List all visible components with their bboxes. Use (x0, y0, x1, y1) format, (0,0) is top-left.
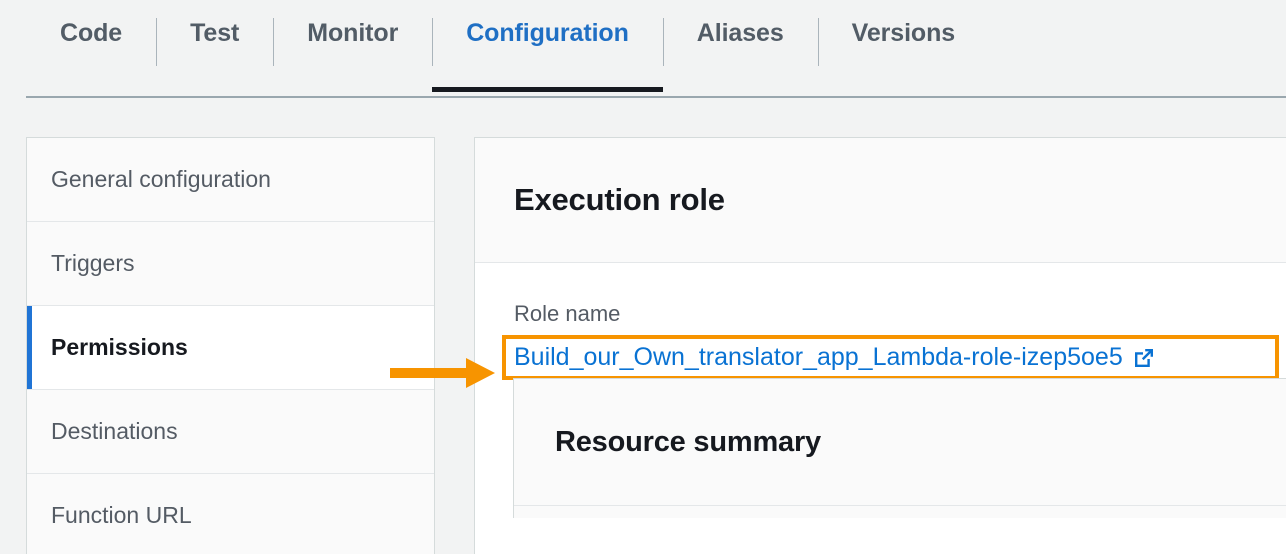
role-name-highlight-box: Build_our_Own_translator_app_Lambda-role… (502, 335, 1279, 380)
external-link-icon[interactable] (1133, 347, 1155, 369)
tab-bar: Code Test Monitor Configuration Aliases … (0, 0, 1286, 101)
sidebar-item-permissions[interactable]: Permissions (27, 306, 434, 390)
tab-aliases[interactable]: Aliases (662, 0, 818, 97)
sidebar-item-general-configuration[interactable]: General configuration (27, 138, 434, 222)
tab-label: Test (190, 19, 240, 47)
sidebar-item-label: Permissions (51, 334, 188, 360)
tab-test[interactable]: Test (156, 0, 273, 97)
tab-label: Monitor (307, 19, 399, 47)
tab-configuration[interactable]: Configuration (432, 0, 663, 97)
tab-bar-divider (26, 96, 1286, 98)
sidebar-item-label: Triggers (51, 250, 135, 276)
execution-role-body: Role name Build_our_Own_translator_app_L… (475, 263, 1286, 380)
sidebar-item-function-url[interactable]: Function URL (27, 474, 434, 554)
configuration-body: General configuration Triggers Permissio… (0, 101, 1286, 554)
tab-code[interactable]: Code (26, 0, 156, 97)
tab-label: Versions (851, 19, 956, 47)
tab-versions[interactable]: Versions (817, 0, 989, 97)
tab-label: Configuration (466, 19, 629, 47)
tab-label: Aliases (696, 19, 784, 47)
role-name-label: Role name (514, 301, 621, 326)
sidebar-item-triggers[interactable]: Triggers (27, 222, 434, 306)
sidebar-item-destinations[interactable]: Destinations (27, 390, 434, 474)
page-title: Execution role (514, 182, 725, 217)
tab-monitor[interactable]: Monitor (273, 0, 432, 97)
sidebar-item-label: Function URL (51, 502, 192, 528)
execution-role-header: Execution role (475, 138, 1286, 263)
resource-summary-card: Resource summary (513, 378, 1286, 518)
sidebar-item-label: General configuration (51, 166, 271, 192)
resource-summary-header: Resource summary (514, 379, 1286, 506)
tab-label: Code (60, 19, 123, 47)
configuration-sidebar: General configuration Triggers Permissio… (26, 137, 435, 554)
resource-summary-title: Resource summary (555, 425, 821, 458)
sidebar-item-label: Destinations (51, 418, 178, 444)
role-name-link[interactable]: Build_our_Own_translator_app_Lambda-role… (514, 343, 1123, 372)
tab-list: Code Test Monitor Configuration Aliases … (26, 0, 989, 97)
